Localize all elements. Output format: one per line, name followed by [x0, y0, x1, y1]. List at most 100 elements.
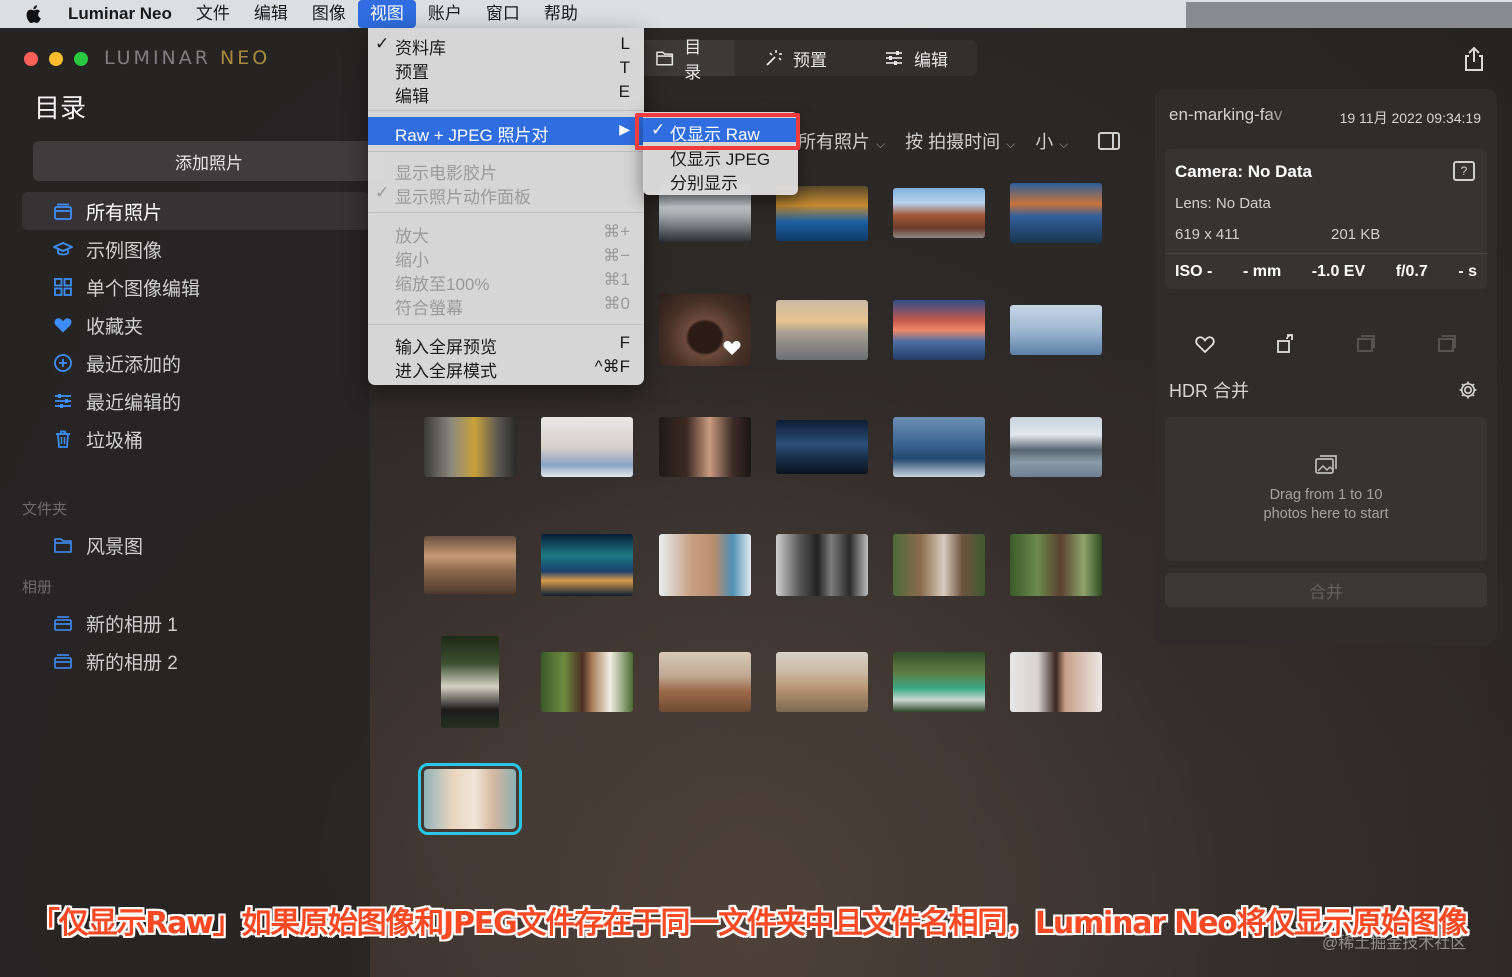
add-photos-button[interactable]: 添加照片 [33, 141, 385, 181]
zoom-window-button[interactable] [74, 52, 88, 66]
gear-icon[interactable] [1457, 379, 1479, 401]
close-window-button[interactable] [24, 52, 38, 66]
photo-thumbnail[interactable] [776, 534, 868, 596]
menu-item-shortcut: ⌘+ [603, 222, 630, 241]
photo-thumbnail[interactable] [659, 294, 751, 366]
menu-divider [368, 110, 644, 111]
app-logo: LUMINAR NEO [104, 47, 270, 69]
menu-item-edit[interactable]: 编辑 E [368, 80, 644, 106]
menu-edit[interactable]: 编辑 [242, 0, 300, 28]
photo-thumbnail[interactable] [441, 636, 499, 728]
menu-app-name[interactable]: Luminar Neo [68, 0, 184, 28]
photo-thumbnail[interactable] [659, 652, 751, 712]
show-filter-dropdown[interactable]: 所有照片 ⌵ [798, 128, 885, 154]
menu-item-shortcut: ⌘− [603, 246, 630, 265]
photos-icon [52, 200, 74, 222]
sliders-icon [52, 390, 74, 412]
menu-file[interactable]: 文件 [184, 0, 242, 28]
sidebar-item-recently-edited[interactable]: 最近编辑的 [22, 382, 370, 420]
submenu-item-show-separately[interactable]: 分别显示 [643, 167, 798, 193]
photo-thumbnail[interactable] [659, 417, 751, 477]
photo-thumbnail[interactable] [541, 417, 633, 477]
submenu-item-label: 分别显示 [670, 174, 738, 193]
apple-icon[interactable] [0, 0, 68, 28]
photo-thumbnail[interactable] [424, 417, 516, 477]
heart-outline-icon[interactable] [1194, 333, 1216, 355]
file-size: 201 KB [1331, 226, 1381, 243]
tab-catalog[interactable]: 目录 [637, 38, 735, 82]
photo-thumbnail[interactable] [776, 420, 868, 474]
menu-item-shortcut: ⌘0 [603, 294, 630, 313]
selected-photo-thumbnail[interactable] [418, 763, 522, 835]
menu-item-shortcut: ^⌘F [594, 357, 630, 376]
sidebar-item-single-edits[interactable]: 单个图像编辑 [22, 268, 370, 306]
photo-thumbnail[interactable] [659, 534, 751, 596]
photo-thumbnail[interactable] [1010, 305, 1102, 355]
album-item-2[interactable]: 新的相册 2 [22, 642, 370, 680]
menu-image[interactable]: 图像 [300, 0, 358, 28]
albums-list: 新的相册 1 新的相册 2 [22, 604, 370, 680]
sidebar-item-favorites[interactable]: 收藏夹 [22, 306, 370, 344]
thumb-size-dropdown[interactable]: 小 ⌵ [1035, 128, 1068, 154]
tab-label: 编辑 [914, 50, 948, 70]
menu-item-fullscreen-preview[interactable]: 输入全屏预览 F [368, 331, 644, 357]
photo-thumbnail[interactable] [1010, 417, 1102, 477]
sidebar-item-recently-added[interactable]: 最近添加的 [22, 344, 370, 382]
checkmark-icon: ✓ [375, 34, 390, 53]
sidebar-item-samples[interactable]: 示例图像 [22, 230, 370, 268]
menu-item-library[interactable]: ✓ 资料库 L [368, 32, 644, 58]
image-dimensions: 619 x 411 [1175, 226, 1240, 243]
duplicate-icon [1437, 335, 1456, 352]
sidebar-item-label: 最近添加的 [86, 354, 182, 376]
sidebar-item-trash[interactable]: 垃圾桶 [22, 420, 370, 458]
photo-thumbnail[interactable] [893, 188, 985, 238]
menu-account[interactable]: 账户 [416, 0, 474, 28]
photo-thumbnail[interactable] [541, 652, 633, 712]
photo-thumbnail[interactable] [893, 534, 985, 596]
grid-icon [52, 276, 74, 298]
menu-view[interactable]: 视图 [357, 0, 416, 28]
photo-thumbnail[interactable] [893, 417, 985, 477]
favorite-heart-icon[interactable] [722, 338, 742, 356]
menu-window[interactable]: 窗口 [474, 0, 532, 28]
sidebar-item-all-photos[interactable]: 所有照片 [22, 192, 370, 230]
photo-actions [1155, 333, 1497, 355]
album-item-1[interactable]: 新的相册 1 [22, 604, 370, 642]
tab-edit[interactable]: 编辑 [855, 40, 977, 76]
sidebar-item-label: 最近编辑的 [86, 392, 182, 414]
photo-thumbnail[interactable] [893, 652, 985, 712]
menu-bar: Luminar Neo 文件 编辑 图像 视图 账户 窗口 帮助 [0, 0, 1512, 28]
albums-section-label: 相册 [22, 579, 53, 596]
hdr-drop-zone[interactable]: Drag from 1 to 10 photos here to start [1165, 417, 1487, 561]
hdr-drop-text-line1: Drag from 1 to 10 [1269, 487, 1383, 503]
question-icon[interactable]: ? [1453, 161, 1475, 181]
photo-thumbnail[interactable] [893, 300, 985, 360]
photo-thumbnail[interactable] [776, 300, 868, 360]
photo-thumbnail[interactable] [1010, 652, 1102, 712]
menu-item-fullscreen-mode[interactable]: 进入全屏模式 ^⌘F [368, 355, 644, 381]
highlight-annotation-box [635, 113, 800, 150]
folder-icon [656, 51, 674, 66]
menu-item-label: Raw + JPEG 照片对 [395, 126, 549, 145]
photo-thumbnail[interactable] [1010, 183, 1102, 243]
menu-help[interactable]: 帮助 [532, 0, 590, 28]
photo-thumbnail[interactable] [541, 534, 633, 596]
photo-thumbnail[interactable] [776, 652, 868, 712]
exif-iso: ISO - [1175, 263, 1213, 280]
share-icon[interactable] [1462, 46, 1486, 72]
minimize-window-button[interactable] [49, 52, 63, 66]
album-icon [52, 612, 74, 634]
folder-item-landscape[interactable]: 风景图 [22, 526, 370, 564]
hdr-title: HDR 合并 [1169, 381, 1249, 401]
graduation-cap-icon [52, 238, 74, 260]
tab-presets[interactable]: 预置 [735, 40, 855, 76]
menu-item-raw-jpeg-pairs[interactable]: Raw + JPEG 照片对 ▶ [368, 117, 644, 145]
menu-item-presets[interactable]: 预置 T [368, 56, 644, 82]
sort-dropdown[interactable]: 按 拍摄时间 ⌵ [905, 128, 1015, 154]
file-name: en-marking-fav [1169, 105, 1283, 124]
photo-thumbnail[interactable] [1010, 534, 1102, 596]
rotate-icon[interactable] [1275, 333, 1297, 355]
toggle-side-panel-icon[interactable] [1098, 132, 1120, 150]
photo-thumbnail[interactable] [424, 536, 516, 594]
compare-icon [1357, 335, 1376, 352]
